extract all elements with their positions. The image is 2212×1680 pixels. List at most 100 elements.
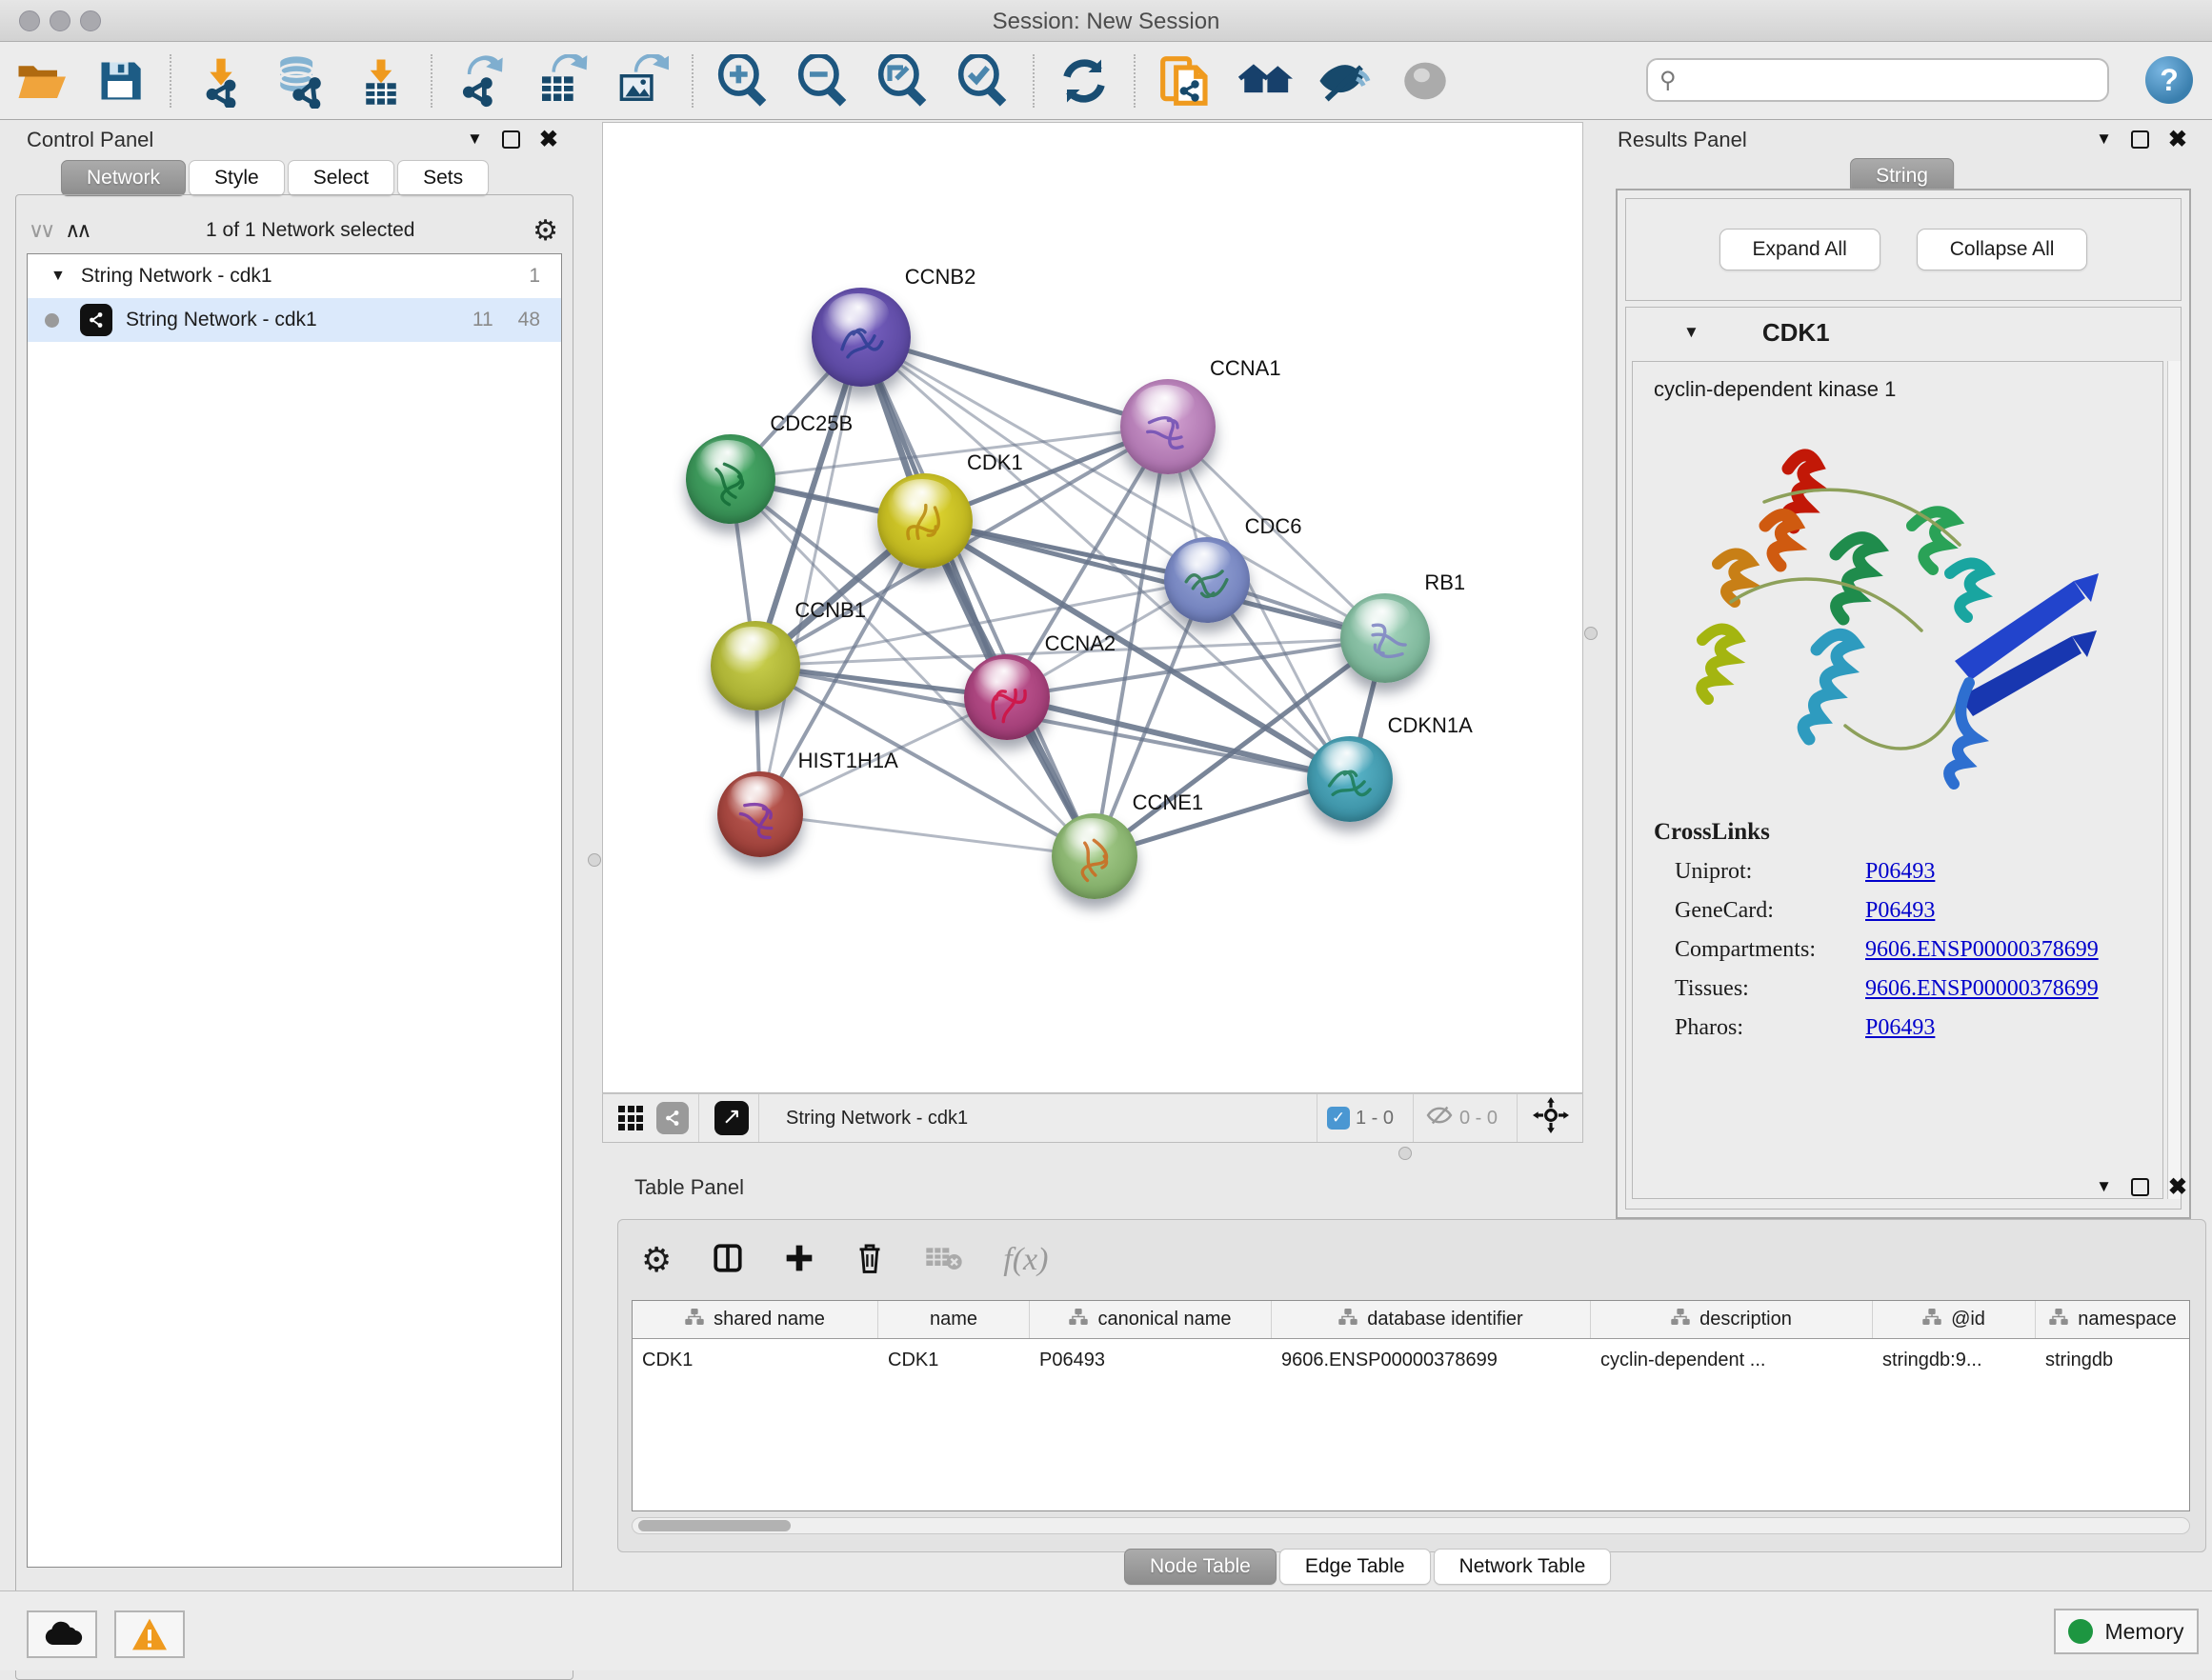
birdseye-grid-icon[interactable]: [618, 1106, 643, 1130]
node-table[interactable]: shared namenamecanonical namedatabase id…: [632, 1300, 2190, 1511]
export-table-icon[interactable]: [533, 51, 592, 110]
add-column-icon[interactable]: [784, 1243, 814, 1278]
refresh-layout-icon[interactable]: [1055, 51, 1114, 110]
network-node-cdc6[interactable]: [1164, 537, 1250, 623]
open-in-window-icon[interactable]: ↗: [714, 1101, 749, 1135]
collapse-all-networks-icon[interactable]: ∨∨: [29, 218, 51, 243]
memory-button[interactable]: Memory: [2054, 1609, 2199, 1654]
network-node-cdkn1a[interactable]: [1307, 736, 1393, 822]
cloud-status-button[interactable]: [27, 1610, 97, 1658]
string-badge-icon[interactable]: [656, 1102, 689, 1134]
warning-status-button[interactable]: [114, 1610, 185, 1658]
crosslink-tissues-link[interactable]: 9606.ENSP00000378699: [1865, 976, 2099, 1002]
network-options-gear-icon[interactable]: ⚙: [533, 214, 558, 248]
network-node-ccne1[interactable]: [1052, 813, 1137, 899]
collapse-panel-icon[interactable]: ▼: [467, 130, 483, 149]
scrollbar-thumb[interactable]: [638, 1520, 791, 1531]
tab-network-table[interactable]: Network Table: [1434, 1549, 1612, 1585]
hidden-eye-icon[interactable]: [1425, 1104, 1454, 1132]
tab-network[interactable]: Network: [61, 160, 186, 196]
column-header-namespace[interactable]: namespace: [2036, 1301, 2190, 1338]
fit-content-crosshair-icon[interactable]: [1533, 1097, 1569, 1139]
network-node-ccnb2[interactable]: [812, 288, 911, 387]
table-options-gear-icon[interactable]: ⚙: [641, 1240, 672, 1280]
zoom-in-icon[interactable]: [714, 51, 773, 110]
search-input[interactable]: [1677, 70, 2107, 91]
import-table-file-icon[interactable]: [352, 51, 411, 110]
network-edge[interactable]: [861, 337, 1095, 856]
network-node-rb1[interactable]: [1340, 593, 1430, 683]
export-network-icon[interactable]: [452, 51, 512, 110]
delete-table-icon[interactable]: [925, 1244, 963, 1277]
network-row[interactable]: String Network - cdk1 1148: [28, 298, 561, 342]
column-header-canonical-name[interactable]: canonical name: [1030, 1301, 1272, 1338]
tab-sets[interactable]: Sets: [397, 160, 489, 196]
crosslink-pharos-link[interactable]: P06493: [1865, 1015, 1935, 1041]
export-image-icon[interactable]: [613, 51, 672, 110]
close-panel-icon[interactable]: ✖: [2168, 130, 2187, 149]
table-cell[interactable]: cyclin-dependent ...: [1591, 1350, 1873, 1371]
network-edge[interactable]: [760, 337, 861, 814]
column-header-database-identifier[interactable]: database identifier: [1272, 1301, 1591, 1338]
column-header-shared-name[interactable]: shared name: [633, 1301, 878, 1338]
network-view-canvas[interactable]: CCNB2CCNA1CDC25BCDK1CDC6RB1CCNB1CCNA2CDK…: [602, 122, 1583, 1093]
float-panel-icon[interactable]: [2131, 1178, 2149, 1196]
float-panel-icon[interactable]: [502, 130, 520, 149]
expand-all-networks-icon[interactable]: ∧∧: [65, 218, 88, 243]
network-node-cdk1[interactable]: [877, 473, 973, 569]
crosslink-genecard-link[interactable]: P06493: [1865, 898, 1935, 924]
network-node-hist1h1a[interactable]: [717, 771, 803, 857]
import-network-database-icon[interactable]: [271, 51, 331, 110]
table-cell[interactable]: CDK1: [878, 1350, 1030, 1371]
network-node-ccna2[interactable]: [964, 654, 1050, 740]
close-panel-icon[interactable]: ✖: [539, 130, 558, 149]
show-columns-icon[interactable]: [712, 1242, 744, 1279]
column-header--id[interactable]: @id: [1873, 1301, 2036, 1338]
zoom-selected-icon[interactable]: [954, 51, 1013, 110]
collapse-panel-icon[interactable]: ▼: [2096, 130, 2112, 149]
network-node-ccna1[interactable]: [1120, 379, 1216, 474]
zoom-out-icon[interactable]: [794, 51, 853, 110]
tab-select[interactable]: Select: [288, 160, 394, 196]
open-session-icon[interactable]: [10, 51, 70, 110]
delete-column-icon[interactable]: [855, 1242, 885, 1279]
hide-selected-icon[interactable]: [1316, 51, 1375, 110]
table-cell[interactable]: stringdb: [2036, 1350, 2190, 1371]
tab-edge-table[interactable]: Edge Table: [1279, 1549, 1431, 1585]
table-horizontal-scrollbar[interactable]: [632, 1517, 2190, 1534]
search-box[interactable]: ⚲: [1646, 58, 2109, 102]
import-network-file-icon[interactable]: [191, 51, 251, 110]
show-all-icon[interactable]: [1396, 51, 1455, 110]
bottom-splitter-handle[interactable]: [1398, 1147, 1412, 1160]
close-panel-icon[interactable]: ✖: [2168, 1178, 2187, 1196]
network-collection-row[interactable]: ▼ String Network - cdk1 1: [28, 254, 561, 298]
tab-style[interactable]: Style: [189, 160, 285, 196]
crosslink-compartments-link[interactable]: 9606.ENSP00000378699: [1865, 937, 2099, 963]
table-cell[interactable]: P06493: [1030, 1350, 1272, 1371]
crosslink-uniprot-link[interactable]: P06493: [1865, 859, 1935, 885]
column-header-name[interactable]: name: [878, 1301, 1030, 1338]
collapse-panel-icon[interactable]: ▼: [2096, 1177, 2112, 1196]
expand-all-button[interactable]: Expand All: [1719, 229, 1880, 270]
network-node-cdc25b[interactable]: [686, 434, 775, 524]
collapse-all-button[interactable]: Collapse All: [1917, 229, 2088, 270]
table-row[interactable]: CDK1CDK1P064939606.ENSP00000378699cyclin…: [633, 1339, 2189, 1381]
collection-caret-icon[interactable]: ▼: [50, 268, 66, 285]
float-panel-icon[interactable]: [2131, 130, 2149, 149]
table-cell[interactable]: CDK1: [633, 1350, 878, 1371]
network-node-ccnb1[interactable]: [711, 621, 800, 710]
entry-caret-icon[interactable]: ▼: [1683, 323, 1699, 342]
column-header-description[interactable]: description: [1591, 1301, 1873, 1338]
network-edge[interactable]: [760, 814, 1095, 856]
help-icon[interactable]: ?: [2145, 56, 2193, 104]
duplicate-network-icon[interactable]: [1156, 51, 1215, 110]
home-legacy-icon[interactable]: [1236, 51, 1295, 110]
zoom-fit-icon[interactable]: [874, 51, 933, 110]
left-splitter-handle[interactable]: [588, 853, 601, 867]
selected-checkbox-icon[interactable]: ✓: [1327, 1107, 1350, 1130]
results-scrollbar[interactable]: [2167, 361, 2181, 1199]
table-cell[interactable]: stringdb:9...: [1873, 1350, 2036, 1371]
function-builder-icon[interactable]: f(x): [1003, 1242, 1048, 1278]
save-session-icon[interactable]: [90, 51, 150, 110]
tab-node-table[interactable]: Node Table: [1124, 1549, 1277, 1585]
